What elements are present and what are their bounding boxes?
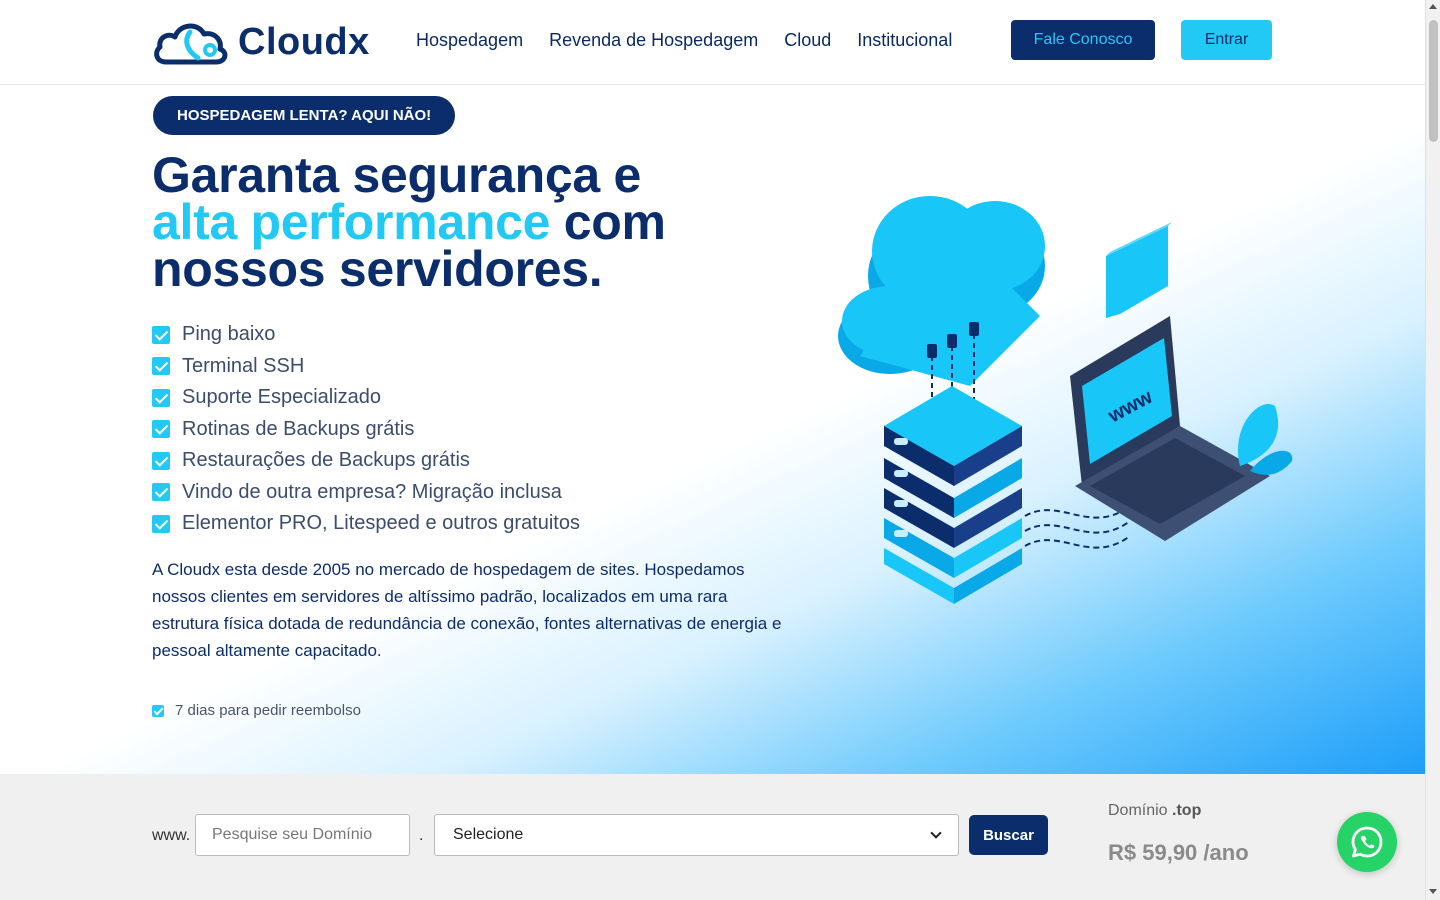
server-stack-icon	[884, 386, 1022, 604]
feature-label: Elementor PRO, Litespeed e outros gratui…	[182, 512, 580, 535]
domain-promo-price: R$ 59,90 /ano	[1108, 840, 1249, 865]
feature-item: Ping baixo	[152, 319, 580, 351]
refund-label: 7 dias para pedir reembolso	[175, 702, 361, 719]
feature-item: Elementor PRO, Litespeed e outros gratui…	[152, 508, 580, 540]
promo-badge: HOSPEDAGEM LENTA? AQUI NÃO!	[153, 96, 456, 135]
feature-item: Terminal SSH	[152, 351, 580, 383]
domain-search-bar: www. . Selecione Buscar Domínio .top R$ …	[0, 774, 1425, 900]
feature-list: Ping baixo Terminal SSH Suporte Especial…	[152, 319, 580, 540]
domain-promo-label: Domínio .top	[1108, 802, 1201, 820]
feature-label: Terminal SSH	[182, 354, 305, 377]
cloud-icon	[838, 196, 1045, 386]
feature-label: Suporte Especializado	[182, 386, 382, 409]
chat-bubble-icon	[1106, 222, 1172, 318]
checkbox-icon	[152, 420, 170, 439]
feature-label: Vindo de outra empresa? Migração inclusa	[182, 480, 562, 503]
logo[interactable]: Cloudx	[152, 18, 370, 66]
checkbox-icon	[152, 483, 170, 502]
checkbox-icon	[152, 388, 170, 407]
search-button[interactable]: Buscar	[969, 815, 1048, 855]
nav-hospedagem[interactable]: Hospedagem	[416, 30, 523, 51]
www-prefix: www.	[152, 827, 191, 844]
checkbox-icon	[152, 514, 170, 533]
checkbox-icon	[152, 325, 170, 344]
feature-item: Suporte Especializado	[152, 382, 580, 414]
cloud-logo-icon	[154, 23, 228, 65]
scroll-thumb[interactable]	[1429, 20, 1438, 142]
hero-headline: Garanta segurança e alta performance com…	[152, 150, 666, 294]
headline-line3: nossos servidores.	[152, 241, 603, 297]
checkbox-icon	[152, 451, 170, 470]
checkbox-icon	[152, 704, 164, 717]
main-nav: Hospedagem Revenda de Hospedagem Cloud I…	[416, 30, 952, 51]
feature-label: Ping baixo	[182, 323, 276, 346]
feature-item: Restaurações de Backups grátis	[152, 445, 580, 477]
scroll-down-icon[interactable]	[1429, 889, 1437, 894]
scroll-up-icon[interactable]	[1429, 4, 1437, 9]
server-cloud-illustration: www	[838, 196, 1293, 604]
whatsapp-button[interactable]	[1337, 812, 1397, 872]
login-button[interactable]: Entrar	[1181, 20, 1272, 60]
laptop-icon: www	[1070, 316, 1270, 541]
contact-button[interactable]: Fale Conosco	[1011, 20, 1155, 60]
hero-section: HOSPEDAGEM LENTA? AQUI NÃO! Garanta segu…	[0, 86, 1425, 774]
nav-institucional[interactable]: Institucional	[857, 30, 952, 51]
page-scrollbar[interactable]	[1425, 0, 1440, 900]
tld-select-value: Selecione	[453, 826, 524, 843]
feature-label: Restaurações de Backups grátis	[182, 449, 470, 472]
chevron-down-icon	[930, 827, 942, 839]
promo-tld: .top	[1172, 802, 1202, 819]
promo-label-text: Domínio	[1108, 802, 1168, 819]
tld-select[interactable]: Selecione	[434, 814, 959, 856]
site-header: Cloudx Hospedagem Revenda de Hospedagem …	[0, 0, 1425, 85]
feature-item: Vindo de outra empresa? Migração inclusa	[152, 477, 580, 509]
logo-text: Cloudx	[238, 20, 370, 63]
feature-item: Rotinas de Backups grátis	[152, 414, 580, 446]
checkbox-icon	[152, 357, 170, 376]
tld-separator: .	[419, 827, 424, 844]
nav-revenda[interactable]: Revenda de Hospedagem	[549, 30, 758, 51]
whatsapp-icon	[1351, 826, 1383, 858]
domain-search-input[interactable]	[195, 814, 410, 856]
company-description: A Cloudx esta desde 2005 no mercado de h…	[152, 560, 782, 660]
nav-cloud[interactable]: Cloud	[784, 30, 831, 51]
feature-label: Rotinas de Backups grátis	[182, 417, 415, 440]
refund-note: 7 dias para pedir reembolso	[152, 702, 361, 719]
